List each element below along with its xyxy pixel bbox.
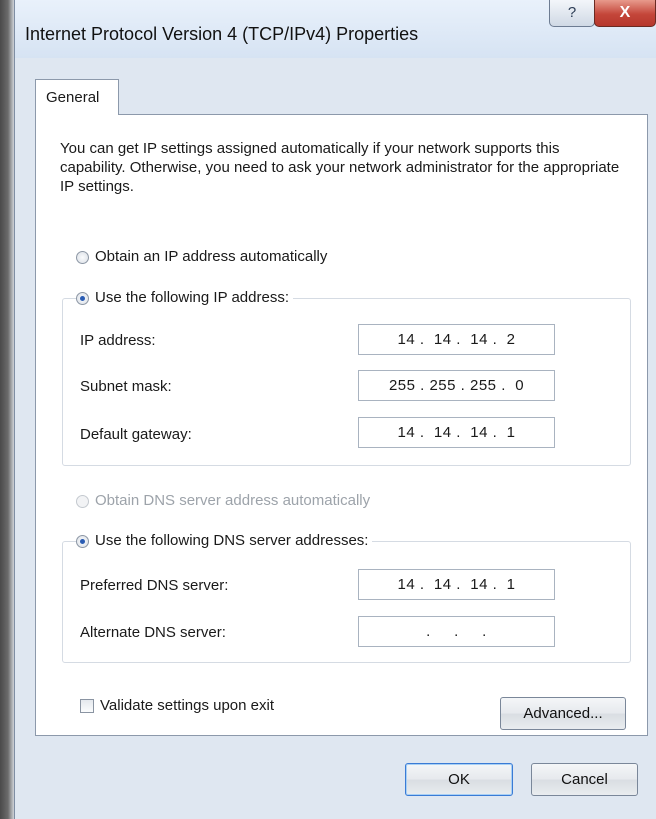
general-tab-panel: You can get IP settings assigned automat… — [35, 114, 648, 736]
preferred-dns-input[interactable]: 14 . 14 . 14 . 1 — [358, 569, 555, 600]
ip-address-label: IP address: — [80, 332, 156, 349]
preferred-dns-label: Preferred DNS server: — [80, 577, 229, 594]
alternate-dns-input[interactable]: . . . — [358, 616, 555, 647]
ipv4-properties-dialog: Internet Protocol Version 4 (TCP/IPv4) P… — [14, 0, 656, 819]
obtain-ip-auto-label: Obtain an IP address automatically — [95, 248, 328, 265]
subnet-mask-label: Subnet mask: — [80, 378, 172, 395]
title-bar[interactable]: Internet Protocol Version 4 (TCP/IPv4) P… — [15, 0, 656, 58]
default-gateway-input[interactable]: 14 . 14 . 14 . 1 — [358, 417, 555, 448]
obtain-dns-auto-radio[interactable]: Obtain DNS server address automatically — [76, 492, 375, 510]
cancel-button[interactable]: Cancel — [531, 763, 638, 796]
alternate-dns-label: Alternate DNS server: — [80, 624, 226, 641]
validate-settings-label: Validate settings upon exit — [100, 697, 275, 714]
advanced-button[interactable]: Advanced... — [500, 697, 626, 730]
close-button[interactable]: X — [594, 0, 656, 27]
help-button[interactable]: ? — [549, 0, 595, 27]
use-following-dns-label: Use the following DNS server addresses: — [95, 532, 369, 549]
radio-button-icon — [76, 250, 89, 264]
validate-settings-checkbox[interactable]: Validate settings upon exit — [80, 697, 274, 714]
obtain-dns-auto-label: Obtain DNS server address automatically — [95, 492, 371, 509]
tab-general[interactable]: General — [35, 79, 119, 115]
help-icon: ? — [567, 4, 577, 21]
ok-button[interactable]: OK — [405, 763, 513, 796]
subnet-mask-input[interactable]: 255 . 255 . 255 . 0 — [358, 370, 555, 401]
radio-button-selected-icon — [76, 291, 89, 305]
obtain-ip-auto-radio[interactable]: Obtain an IP address automatically — [76, 248, 332, 266]
radio-button-disabled-icon — [76, 494, 89, 508]
dialog-title: Internet Protocol Version 4 (TCP/IPv4) P… — [25, 24, 419, 44]
use-following-dns-radio[interactable]: Use the following DNS server addresses: — [76, 532, 373, 550]
description-text: You can get IP settings assigned automat… — [60, 140, 620, 195]
default-gateway-label: Default gateway: — [80, 426, 192, 443]
radio-button-selected-icon — [76, 534, 89, 548]
close-icon: X — [619, 4, 631, 21]
use-following-ip-label: Use the following IP address: — [95, 289, 289, 306]
use-following-ip-radio[interactable]: Use the following IP address: — [76, 289, 293, 307]
ip-address-input[interactable]: 14 . 14 . 14 . 2 — [358, 324, 555, 355]
checkbox-icon — [80, 698, 94, 713]
